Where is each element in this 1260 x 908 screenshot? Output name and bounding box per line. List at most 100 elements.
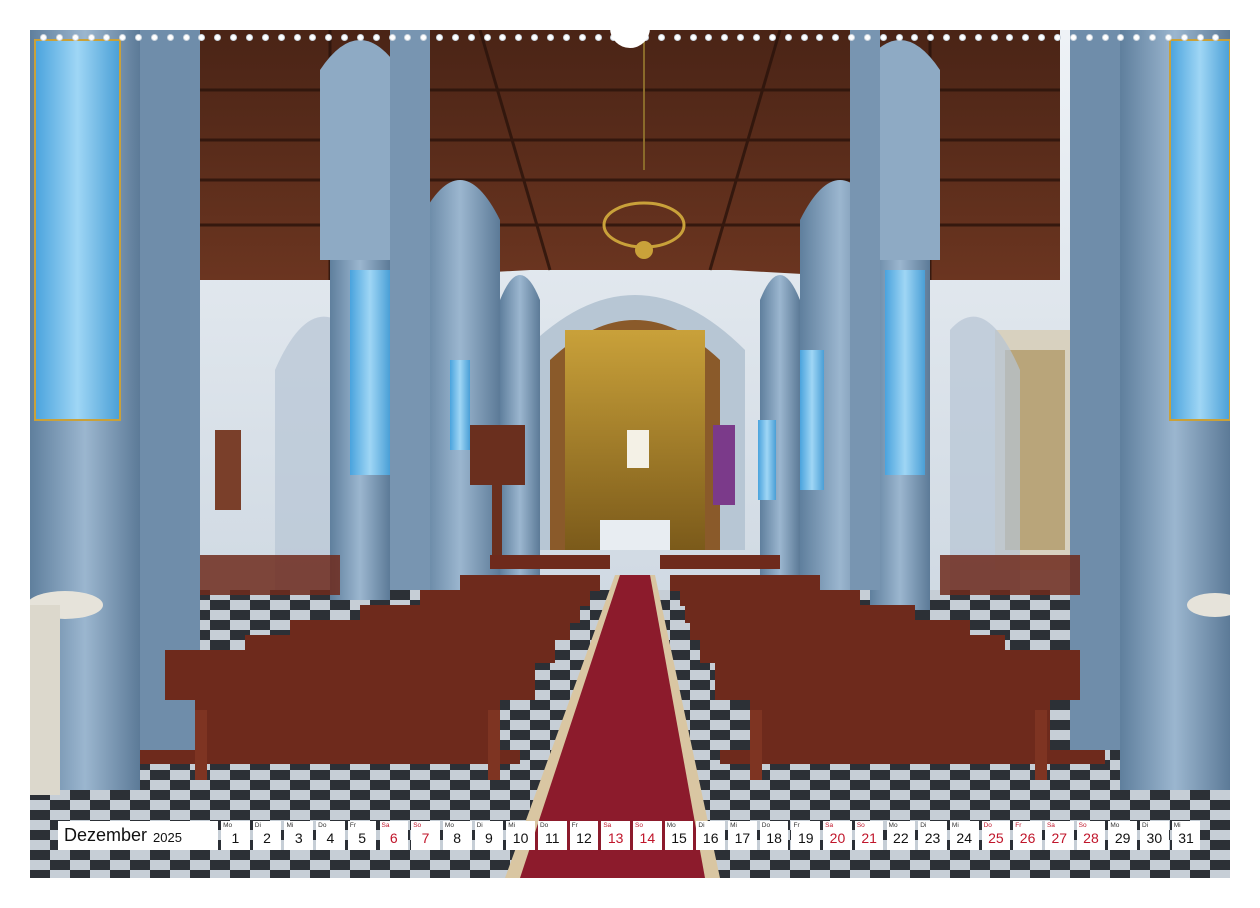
day-weekday: Mo — [666, 822, 676, 829]
day-weekday: So — [635, 822, 643, 829]
day-cell: Sa 27 — [1044, 821, 1074, 850]
binding-hole — [816, 33, 824, 41]
binding-hole — [87, 33, 95, 41]
day-cell: Do 18 — [759, 821, 789, 850]
binding-hole — [768, 33, 776, 41]
day-cell: Do 25 — [981, 821, 1011, 850]
binding-hole — [848, 33, 856, 41]
day-weekday: Mi — [1173, 822, 1181, 829]
day-cell: Mo 8 — [442, 821, 472, 850]
binding-hole — [277, 33, 285, 41]
binding-hole — [752, 33, 760, 41]
day-cell: Fr 26 — [1013, 821, 1042, 850]
day-cell: Do 4 — [316, 821, 345, 850]
day-cell: So 7 — [411, 821, 440, 850]
day-cell: So 28 — [1076, 821, 1106, 850]
binding-hole — [1069, 33, 1077, 41]
day-weekday: Mo — [444, 822, 454, 829]
binding-hole — [547, 33, 554, 41]
binding-hole — [1117, 33, 1125, 41]
binding-hole — [420, 33, 428, 41]
day-weekday: Fr — [571, 822, 578, 829]
day-weekday: Di — [254, 822, 261, 829]
binding-hole — [166, 33, 174, 41]
binding-hole — [594, 33, 602, 41]
day-number: 24 — [956, 830, 972, 846]
day-weekday: So — [1078, 822, 1087, 829]
day-weekday: Do — [318, 822, 327, 829]
day-weekday: Fr — [349, 822, 356, 829]
binding-hole — [673, 33, 681, 41]
binding-hole — [103, 33, 111, 41]
day-cell: Sa 6 — [379, 821, 409, 850]
day-weekday: Do — [983, 822, 992, 829]
binding-hole — [562, 33, 570, 41]
day-cell: Di 2 — [252, 821, 282, 850]
day-number: 5 — [358, 830, 367, 846]
church-nave-illustration — [30, 30, 1230, 878]
day-weekday: Mo — [888, 822, 898, 829]
day-weekday: Sa — [1046, 822, 1055, 829]
day-cell: So 14 — [633, 821, 662, 850]
day-cell: Fr 19 — [791, 821, 821, 850]
day-number: 10 — [512, 830, 529, 846]
binding-hole — [71, 33, 79, 41]
binding-hole — [150, 33, 158, 41]
day-number: 2 — [263, 830, 271, 846]
binding-hole — [182, 33, 190, 41]
day-cell: Mo 22 — [886, 821, 916, 850]
day-cell: Di 9 — [474, 821, 504, 850]
binding-hole — [309, 33, 317, 41]
day-number: 20 — [829, 830, 846, 846]
binding-hole — [1196, 33, 1204, 41]
binding-hole — [1212, 33, 1220, 41]
binding-hole — [705, 33, 713, 41]
day-number: 9 — [484, 830, 493, 846]
day-weekday: Mi — [286, 822, 294, 829]
day-cell: Mi 10 — [506, 821, 535, 850]
binding-hole — [1180, 33, 1188, 41]
day-cell: Mi 24 — [949, 821, 979, 850]
binding-hole — [388, 33, 396, 41]
binding-hole — [451, 33, 459, 41]
binding-hole — [911, 33, 919, 41]
binding-hole — [784, 33, 792, 41]
day-number: 11 — [544, 830, 560, 846]
binding-hole — [943, 33, 951, 41]
binding-hole — [737, 33, 745, 41]
day-cell: Fr 12 — [569, 821, 599, 850]
calendar-page: Dezember 2025 Mo 1 Di 2 Mi 3 Do 4 Fr 5 Sa 6 So 7 Mo 8 Di… — [0, 0, 1260, 908]
binding-hole — [356, 33, 364, 41]
binding-hole — [657, 33, 665, 41]
month-year: 2025 — [153, 830, 182, 845]
day-weekday: Mi — [508, 822, 516, 829]
day-number: 22 — [893, 830, 909, 846]
day-number: 30 — [1146, 830, 1163, 846]
binding-hole — [467, 33, 475, 41]
day-cell: So 21 — [854, 821, 884, 850]
binding-hole — [341, 33, 349, 41]
day-number: 13 — [607, 830, 624, 846]
day-weekday: Sa — [825, 822, 834, 829]
binding-hole — [372, 33, 380, 41]
day-cell: Mo 15 — [664, 821, 694, 850]
day-number: 6 — [389, 830, 398, 846]
binding-hole — [245, 33, 253, 41]
day-cell: Mo 1 — [221, 821, 250, 850]
binding-hole — [531, 33, 539, 41]
binding-hole — [1022, 33, 1030, 41]
day-weekday: Mo — [1110, 822, 1120, 829]
day-cell: Mi 17 — [728, 821, 757, 850]
binding-hole — [879, 33, 887, 41]
binding-hole — [214, 33, 222, 41]
day-cell: Di 16 — [696, 821, 725, 850]
day-cell: Sa 20 — [823, 821, 852, 850]
day-weekday: Sa — [381, 822, 390, 829]
binding-hole — [689, 33, 697, 41]
day-weekday: Fr — [793, 822, 800, 829]
binding-hole — [800, 33, 808, 41]
day-cell: Mo 29 — [1108, 821, 1137, 850]
day-number: 31 — [1178, 830, 1194, 846]
day-weekday: Do — [539, 822, 549, 829]
day-cell: Sa 13 — [601, 821, 630, 850]
